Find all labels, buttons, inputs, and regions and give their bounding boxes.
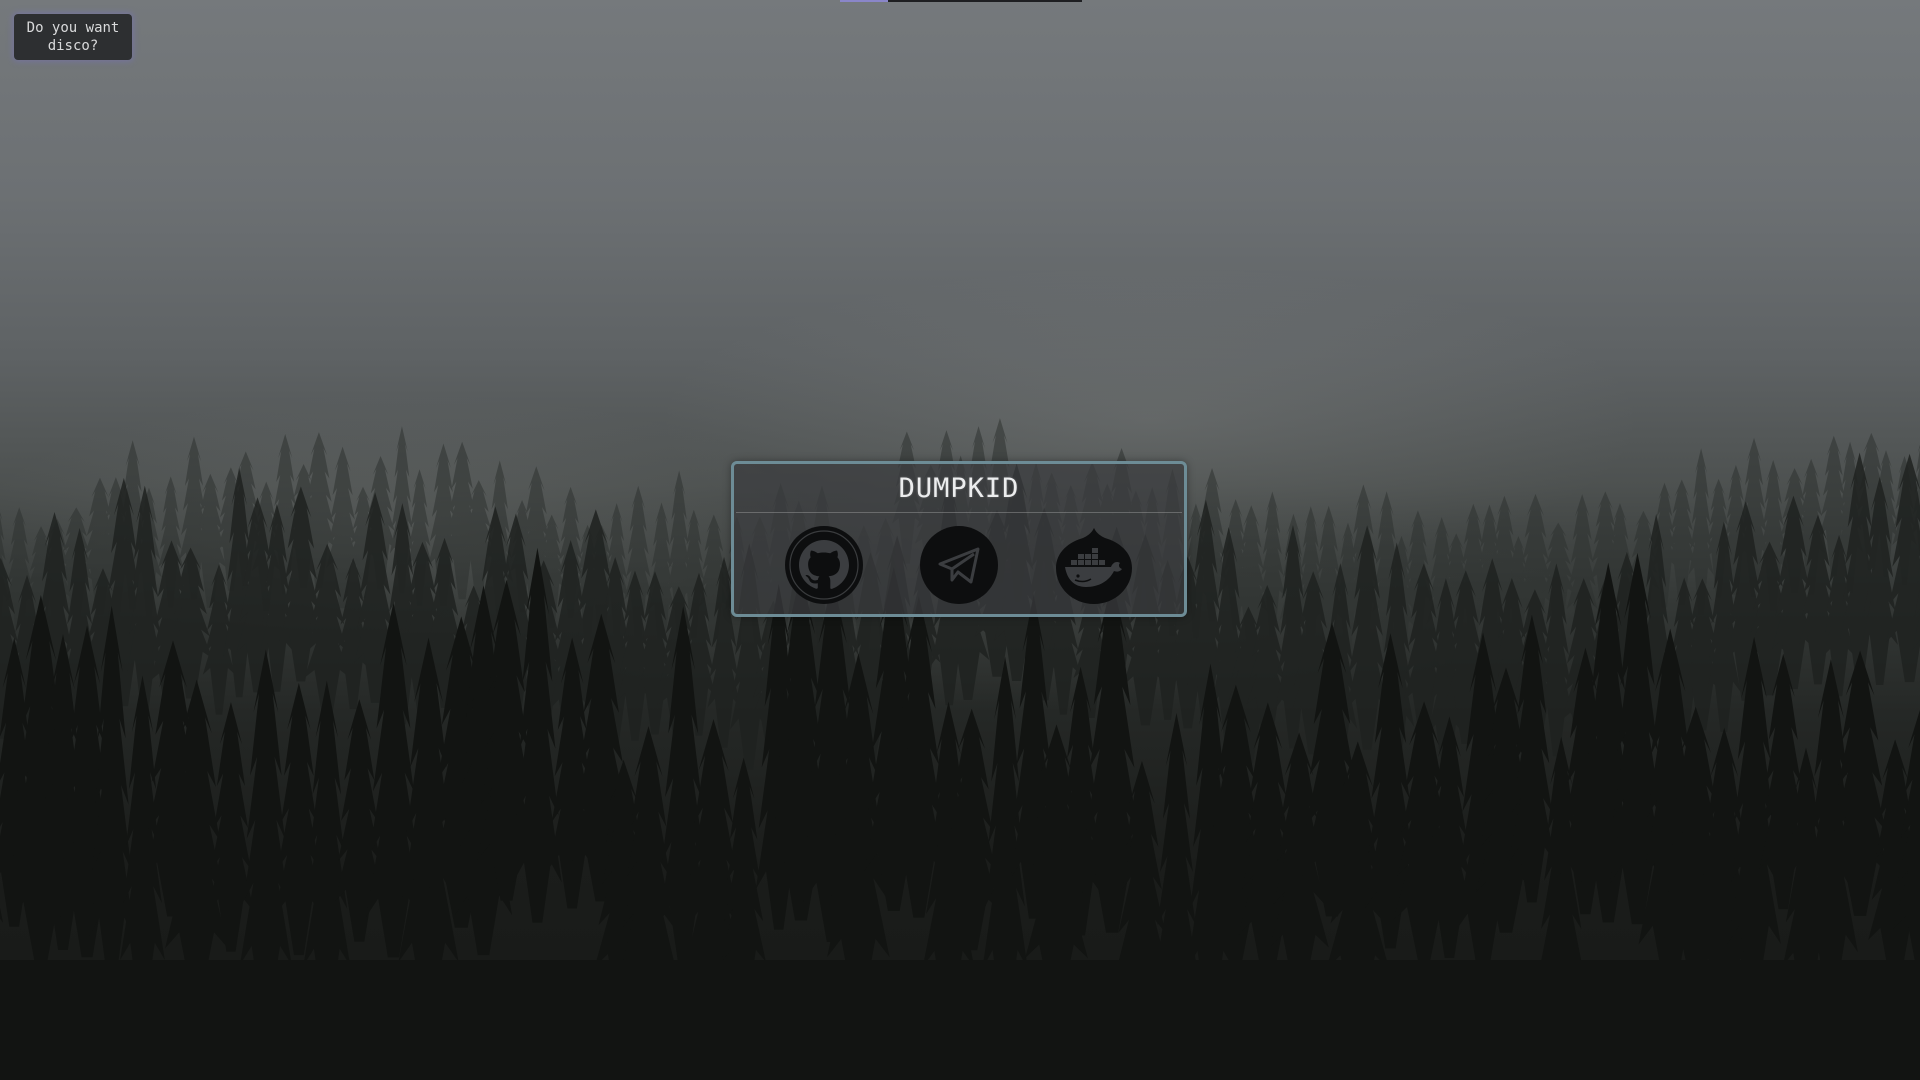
top-progress-bar: [840, 0, 1082, 2]
telegram-icon: [919, 526, 998, 604]
github-icon: [784, 526, 863, 604]
card-title: DUMPKID: [898, 472, 1020, 504]
top-progress-fill: [840, 0, 889, 2]
disco-toggle-button[interactable]: Do you want disco?: [14, 14, 132, 60]
docker-icon: [1056, 528, 1133, 604]
telegram-link[interactable]: [918, 524, 1000, 606]
docker-link[interactable]: [1053, 524, 1135, 606]
disco-toggle-label: Do you want disco?: [26, 20, 120, 54]
github-link[interactable]: [783, 524, 865, 606]
profile-card: DUMPKID: [731, 461, 1187, 617]
social-links: [734, 513, 1184, 606]
